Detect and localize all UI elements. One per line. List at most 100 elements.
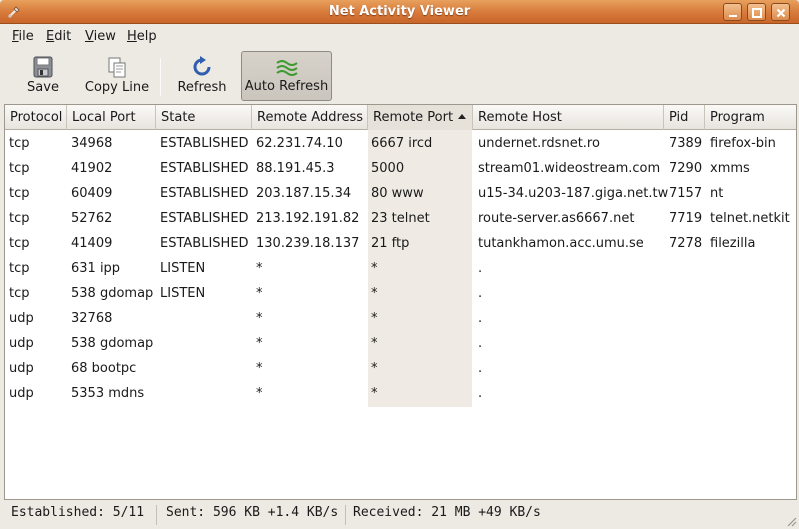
cell-remote-host: . bbox=[478, 261, 483, 276]
table-row[interactable]: tcp 34968 ESTABLISHED 62.231.74.10 6667 ircd… bbox=[5, 131, 796, 156]
resize-grip-icon[interactable] bbox=[785, 515, 797, 527]
menu-help[interactable]: Help bbox=[127, 29, 157, 44]
cell-remote-port: 5000 bbox=[371, 161, 405, 176]
copy-line-label: Copy Line bbox=[84, 80, 150, 95]
table-row[interactable]: udp 68 bootpc * *. bbox=[5, 356, 796, 381]
col-state[interactable]: State bbox=[156, 105, 252, 130]
title-bar[interactable]: Net Activity Viewer bbox=[0, 0, 799, 24]
col-protocol[interactable]: Protocol bbox=[5, 105, 67, 130]
window-title: Net Activity Viewer bbox=[328, 4, 471, 19]
table-row[interactable]: tcp 631 ipp LISTEN * *. bbox=[5, 256, 796, 281]
table-row[interactable]: tcp 41409 ESTABLISHED 130.239.18.137 21 ftp t… bbox=[5, 231, 796, 256]
menu-file-label: ile bbox=[18, 29, 34, 44]
cell-local-port: 60409 bbox=[71, 186, 113, 201]
cell-remote-address: * bbox=[256, 286, 263, 301]
cell-pid: 7157 bbox=[669, 186, 703, 201]
cell-remote-host: . bbox=[478, 336, 483, 351]
maximize-button[interactable] bbox=[747, 3, 766, 21]
cell-local-port: 32768 bbox=[71, 311, 113, 326]
menu-help-mnemonic: H bbox=[127, 29, 137, 44]
col-remote-address-label: Remote Address bbox=[257, 110, 364, 125]
maximize-icon bbox=[752, 8, 762, 18]
menu-edit-label: dit bbox=[54, 29, 72, 44]
cell-protocol: tcp bbox=[9, 236, 30, 251]
cell-local-port: 68 bootpc bbox=[71, 361, 137, 376]
cell-remote-host: . bbox=[478, 361, 483, 376]
cell-state: LISTEN bbox=[160, 261, 206, 276]
cell-local-port: 52762 bbox=[71, 211, 113, 226]
cell-program: telnet.netkit bbox=[710, 211, 790, 226]
table-row[interactable]: udp 5353 mdns * *. bbox=[5, 381, 796, 406]
col-local-port-label: Local Port bbox=[72, 110, 136, 125]
cell-protocol: udp bbox=[9, 311, 34, 326]
cell-protocol: tcp bbox=[9, 161, 30, 176]
menu-file[interactable]: File bbox=[12, 29, 34, 44]
auto-refresh-icon bbox=[275, 60, 298, 76]
cell-local-port: 41902 bbox=[71, 161, 113, 176]
col-pid-label: Pid bbox=[669, 110, 689, 125]
cell-pid: 7719 bbox=[669, 211, 703, 226]
connections-table[interactable]: Protocol Local Port State Remote Address… bbox=[4, 104, 797, 500]
menu-help-label: elp bbox=[136, 29, 157, 44]
cell-local-port: 538 gdomap bbox=[71, 336, 154, 351]
cell-remote-host: . bbox=[478, 311, 483, 326]
save-button[interactable]: Save bbox=[6, 51, 80, 101]
col-remote-host[interactable]: Remote Host bbox=[473, 105, 664, 130]
cell-protocol: udp bbox=[9, 386, 34, 401]
col-remote-address[interactable]: Remote Address bbox=[252, 105, 368, 130]
cell-remote-address: * bbox=[256, 261, 263, 276]
cell-state: ESTABLISHED bbox=[160, 236, 249, 251]
refresh-button[interactable]: Refresh bbox=[168, 51, 236, 101]
cell-remote-port: * bbox=[371, 261, 378, 276]
toolbar: Save Copy Line Refresh Auto Refresh bbox=[0, 48, 799, 102]
cell-protocol: tcp bbox=[9, 136, 30, 151]
refresh-label: Refresh bbox=[177, 80, 227, 95]
auto-refresh-label: Auto Refresh bbox=[244, 79, 329, 94]
table-row[interactable]: udp 32768 * *. bbox=[5, 306, 796, 331]
menu-edit[interactable]: Edit bbox=[46, 29, 71, 44]
table-row[interactable]: tcp 538 gdomap LISTEN * *. bbox=[5, 281, 796, 306]
cell-remote-address: 213.192.191.82 bbox=[256, 211, 360, 226]
table-header: Protocol Local Port State Remote Address… bbox=[5, 105, 796, 130]
minimize-button[interactable] bbox=[723, 3, 742, 21]
auto-refresh-toggle[interactable]: Auto Refresh bbox=[241, 51, 332, 101]
cell-remote-host: u15-34.u203-187.giga.net.tw bbox=[478, 186, 669, 201]
col-program[interactable]: Program bbox=[705, 105, 796, 130]
col-program-label: Program bbox=[710, 110, 765, 125]
cell-remote-port: * bbox=[371, 286, 378, 301]
cell-remote-port: * bbox=[371, 361, 378, 376]
cell-program: xmms bbox=[710, 161, 750, 176]
cell-remote-host: stream01.wideostream.com bbox=[478, 161, 661, 176]
table-row[interactable]: tcp 41902 ESTABLISHED 88.191.45.3 5000 stream… bbox=[5, 156, 796, 181]
menu-view-mnemonic: V bbox=[85, 29, 94, 44]
cell-protocol: tcp bbox=[9, 261, 30, 276]
table-row[interactable]: tcp 60409 ESTABLISHED 203.187.15.34 80 www u1… bbox=[5, 181, 796, 206]
cell-remote-port: 6667 ircd bbox=[371, 136, 433, 151]
cell-remote-port: 21 ftp bbox=[371, 236, 410, 251]
menu-view[interactable]: View bbox=[85, 29, 116, 44]
table-row[interactable]: tcp 52762 ESTABLISHED 213.192.191.82 23 teln… bbox=[5, 206, 796, 231]
col-local-port[interactable]: Local Port bbox=[67, 105, 156, 130]
cell-remote-host: tutankhamon.acc.umu.se bbox=[478, 236, 644, 251]
cell-local-port: 538 gdomap bbox=[71, 286, 154, 301]
cell-local-port: 34968 bbox=[71, 136, 113, 151]
col-pid[interactable]: Pid bbox=[664, 105, 705, 130]
copy-icon bbox=[108, 57, 126, 78]
cell-remote-address: * bbox=[256, 386, 263, 401]
cell-protocol: udp bbox=[9, 336, 34, 351]
status-bar: Established: 5/11 Sent: 596 KB +1.4 KB/s… bbox=[0, 500, 799, 529]
cell-state: ESTABLISHED bbox=[160, 211, 249, 226]
refresh-icon bbox=[193, 56, 211, 76]
cell-pid: 7389 bbox=[669, 136, 703, 151]
table-row[interactable]: udp 538 gdomap * *. bbox=[5, 331, 796, 356]
col-remote-port[interactable]: Remote Port bbox=[368, 105, 473, 130]
close-button[interactable] bbox=[771, 3, 790, 21]
cell-state: LISTEN bbox=[160, 286, 206, 301]
cell-local-port: 5353 mdns bbox=[71, 386, 145, 401]
minimize-icon bbox=[729, 15, 737, 17]
copy-line-button[interactable]: Copy Line bbox=[80, 51, 154, 101]
cell-remote-host: route-server.as6667.net bbox=[478, 211, 635, 226]
cell-remote-host: . bbox=[478, 386, 483, 401]
save-icon bbox=[33, 56, 53, 78]
cell-program: filezilla bbox=[710, 236, 756, 251]
